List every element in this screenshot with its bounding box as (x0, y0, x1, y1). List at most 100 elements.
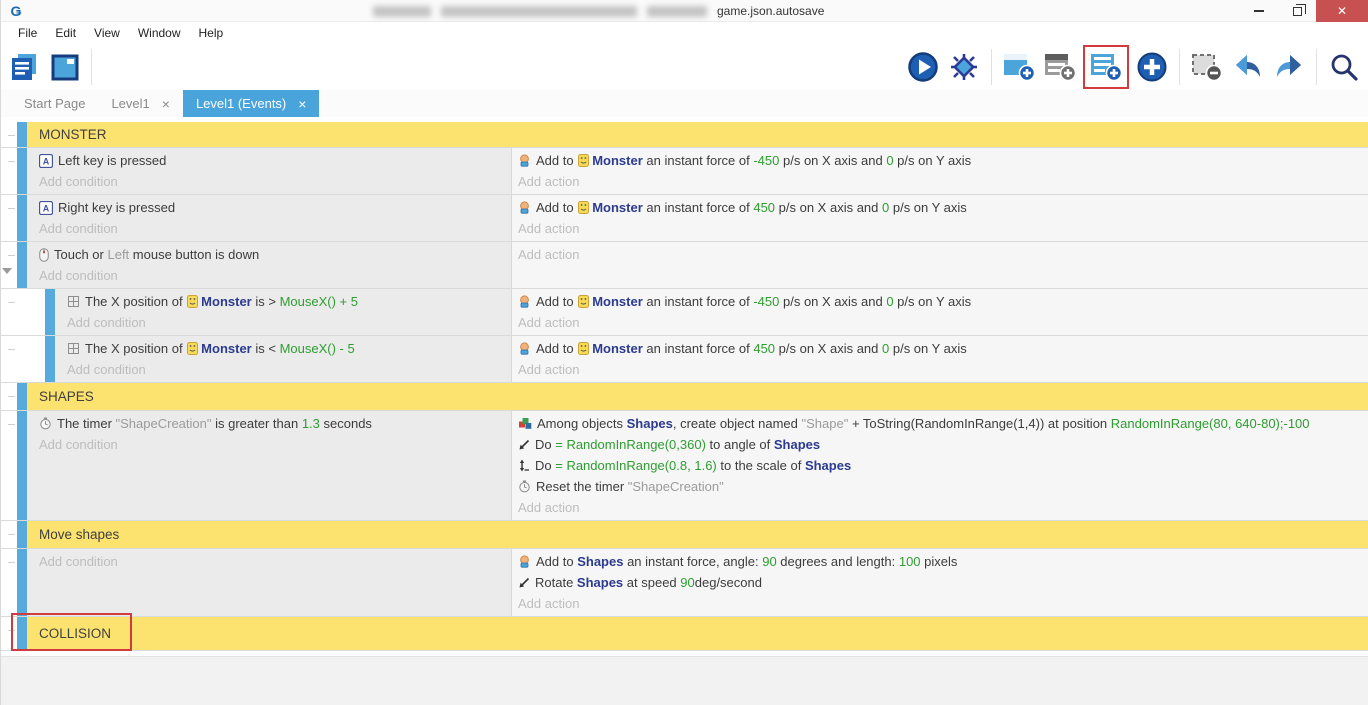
action-line[interactable]: Add to Shapes an instant force, angle: 9… (518, 551, 1368, 572)
condition-line[interactable]: The X position of Monster is > MouseX() … (67, 291, 511, 312)
add-action-link[interactable]: Add action (518, 171, 1368, 192)
event-selection-bar[interactable] (45, 289, 55, 335)
add-condition-link[interactable]: Add condition (39, 551, 511, 572)
restore-button[interactable] (1278, 0, 1316, 22)
toolbar-separator (991, 49, 992, 85)
tab-label: Level1 (Events) (196, 96, 286, 111)
add-action-link[interactable]: Add action (518, 244, 1368, 265)
force-icon (518, 295, 531, 308)
add-action-link[interactable]: Add action (518, 359, 1368, 380)
add-action-link[interactable]: Add action (518, 593, 1368, 614)
action-line[interactable]: Add to Monster an instant force of 450 p… (518, 338, 1368, 359)
conditions-cell: Add condition (27, 549, 511, 616)
add-action-link[interactable]: Add action (518, 218, 1368, 239)
tree-gutter (1, 521, 17, 548)
event-selection-bar[interactable] (17, 195, 27, 241)
condition-line[interactable]: ARight key is pressed (39, 197, 511, 218)
menu-window[interactable]: Window (129, 23, 190, 43)
remove-event-button[interactable] (1189, 48, 1225, 86)
action-line[interactable]: Among objects Shapes, create object name… (518, 413, 1368, 434)
actions-cell: Among objects Shapes, create object name… (511, 411, 1368, 520)
condition-line[interactable]: The X position of Monster is < MouseX() … (67, 338, 511, 359)
tree-gutter (1, 336, 17, 382)
event-group-header[interactable]: MONSTER (27, 122, 1368, 147)
action-line[interactable]: Reset the timer "ShapeCreation" (518, 476, 1368, 497)
action-line[interactable]: Add to Monster an instant force of -450 … (518, 291, 1368, 312)
event-selection-bar[interactable] (45, 336, 55, 382)
add-event-button[interactable] (1088, 48, 1124, 86)
event-selection-bar[interactable] (17, 521, 27, 548)
angle-icon (518, 439, 530, 451)
add-condition-link[interactable]: Add condition (67, 359, 511, 380)
conditions-cell: Touch or Left mouse button is downAdd co… (27, 242, 511, 288)
actions-cell: Add to Monster an instant force of 450 p… (511, 195, 1368, 241)
condition-line[interactable]: ALeft key is pressed (39, 150, 511, 171)
redo-button[interactable] (1271, 48, 1307, 86)
add-object-button[interactable] (1134, 48, 1170, 86)
event-selection-bar[interactable] (17, 122, 27, 147)
event-selection-bar[interactable] (17, 148, 27, 194)
project-manager-button[interactable] (7, 48, 43, 86)
event-group-header[interactable]: Move shapes (27, 521, 1368, 548)
add-scene-button[interactable] (1001, 48, 1037, 86)
toolbar-separator (1316, 49, 1317, 85)
window-title-text: game.json.autosave (717, 5, 824, 17)
search-button[interactable] (1326, 48, 1362, 86)
position-icon (67, 295, 80, 308)
menu-view[interactable]: View (85, 23, 129, 43)
actions-cell: Add to Monster an instant force of 450 p… (511, 336, 1368, 382)
undo-icon (1232, 51, 1264, 83)
tree-gutter (1, 411, 17, 520)
annotation-box-collision (11, 613, 132, 651)
monster-object-icon (578, 295, 589, 308)
action-line[interactable]: Do = RandomInRange(0,360) to angle of Sh… (518, 434, 1368, 455)
preview-play-button[interactable] (905, 48, 941, 86)
action-line[interactable]: Rotate Shapes at speed 90deg/second (518, 572, 1368, 593)
tab-close-icon[interactable]: × (162, 97, 170, 111)
add-action-link[interactable]: Add action (518, 312, 1368, 333)
add-condition-link[interactable]: Add condition (39, 265, 511, 286)
tab-level1-scene[interactable]: Level1 × (98, 90, 183, 117)
toolbar-separator (91, 49, 92, 85)
action-line[interactable]: Add to Monster an instant force of 450 p… (518, 197, 1368, 218)
menu-edit[interactable]: Edit (46, 23, 85, 43)
minimize-button[interactable] (1240, 0, 1278, 22)
tab-bar: Start Page Level1 × Level1 (Events) × (1, 90, 1368, 117)
add-condition-link[interactable]: Add condition (39, 171, 511, 192)
add-event-icon (1089, 51, 1123, 83)
add-condition-link[interactable]: Add condition (39, 218, 511, 239)
action-line[interactable]: Do = RandomInRange(0.8, 1.6) to the scal… (518, 455, 1368, 476)
event-row: ALeft key is pressedAdd condition Add to … (1, 148, 1368, 195)
add-condition-link[interactable]: Add condition (67, 312, 511, 333)
add-action-link[interactable]: Add action (518, 497, 1368, 518)
collapse-arrow-icon[interactable] (2, 268, 12, 274)
start-page-button[interactable] (47, 48, 83, 86)
tab-label: Start Page (24, 96, 85, 111)
event-group-header[interactable]: COLLISION (27, 617, 1368, 650)
condition-line[interactable]: The timer "ShapeCreation" is greater tha… (39, 413, 511, 434)
menu-file[interactable]: File (9, 23, 46, 43)
event-selection-bar[interactable] (17, 242, 27, 288)
annotation-box-toolbar (1083, 45, 1129, 89)
menu-help[interactable]: Help (190, 23, 233, 43)
undo-button[interactable] (1230, 48, 1266, 86)
event-selection-bar[interactable] (17, 383, 27, 410)
debug-button[interactable] (946, 48, 982, 86)
tree-gutter (1, 242, 17, 288)
minimize-icon (1254, 10, 1264, 12)
close-button[interactable]: ✕ (1316, 0, 1368, 22)
event-selection-bar[interactable] (17, 549, 27, 616)
mouse-icon (39, 248, 49, 262)
sub-event-indent (17, 336, 45, 382)
tab-start-page[interactable]: Start Page (11, 90, 98, 117)
condition-line[interactable]: Touch or Left mouse button is down (39, 244, 511, 265)
tab-close-icon[interactable]: × (298, 97, 306, 111)
add-condition-link[interactable]: Add condition (39, 434, 511, 455)
event-group-header[interactable]: SHAPES (27, 383, 1368, 410)
action-line[interactable]: Add to Monster an instant force of -450 … (518, 150, 1368, 171)
event-selection-bar[interactable] (17, 411, 27, 520)
add-external-events-button[interactable] (1042, 48, 1078, 86)
tab-level1-events[interactable]: Level1 (Events) × (183, 90, 320, 117)
tree-gutter (1, 122, 17, 147)
start-page-icon (50, 52, 80, 82)
